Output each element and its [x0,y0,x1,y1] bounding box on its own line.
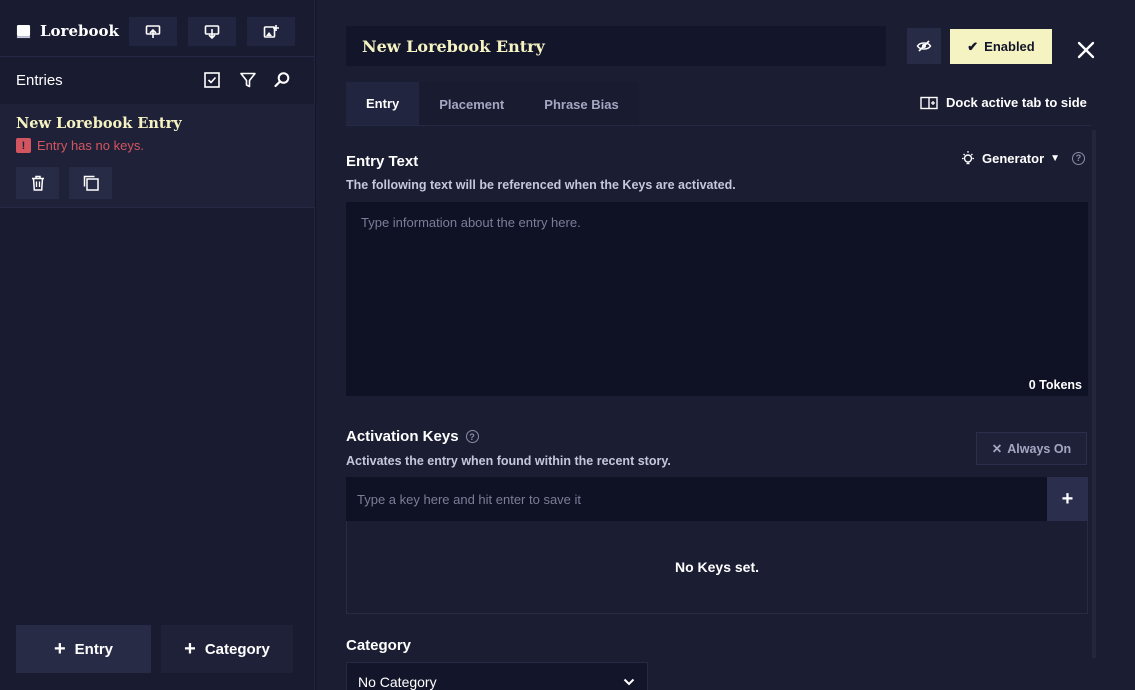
entry-item-title: New Lorebook Entry [16,115,182,132]
activation-keys-header: Activation Keys ? [346,428,479,445]
delete-entry-button[interactable] [16,167,59,199]
copy-icon [83,175,99,191]
import-button[interactable] [188,17,236,46]
enabled-label: Enabled [984,39,1035,54]
entry-text-area[interactable]: Type information about the entry here. 0… [346,202,1088,396]
entries-label: Entries [16,72,63,89]
category-title: Category [346,637,412,654]
add-entry-label: Entry [74,640,114,658]
export-icon [145,24,161,38]
no-keys-text: No Keys set. [674,559,760,575]
help-icon[interactable]: ? [465,430,479,443]
generator-dropdown[interactable]: Generator ▼ ? [960,150,1086,166]
dock-icon [920,96,938,109]
category-select[interactable]: No Category [346,662,648,690]
close-button[interactable] [1074,38,1098,62]
entries-toolbar: Entries [0,57,315,103]
caret-down-icon: ▼ [1050,152,1061,164]
tab-phrase-bias[interactable]: Phrase Bias [524,82,639,126]
filter-icon [240,72,256,88]
plus-icon: + [53,638,66,660]
add-category-button[interactable]: + Category [161,625,293,673]
tab-divider [346,125,1091,126]
editor-tabs: Entry Placement Phrase Bias [346,82,639,126]
key-input[interactable]: Type a key here and hit enter to save it [346,477,1048,521]
warning-icon: ! [16,138,31,153]
image-add-icon [263,24,279,38]
add-entry-button[interactable]: + Entry [16,625,151,673]
lorebook-entry-item[interactable]: New Lorebook Entry ! Entry has no keys. [0,104,315,208]
book-icon [16,24,31,38]
entry-warning: ! Entry has no keys. [16,138,144,153]
entry-text-description: The following text will be referenced wh… [346,178,736,192]
generator-label: Generator [982,150,1045,166]
sidebar-header: Lorebook [0,0,314,57]
lorebook-brand: Lorebook [16,22,119,40]
tab-placement[interactable]: Placement [419,82,525,126]
checkbox-icon [204,72,220,88]
import-icon [204,24,220,39]
entry-title-input[interactable]: New Lorebook Entry [346,26,886,66]
close-icon [1077,41,1095,59]
toggle-visibility-button[interactable] [907,28,941,64]
dock-tab-button[interactable]: Dock active tab to side [920,95,1087,110]
trash-icon [31,175,44,191]
search-icon [274,72,290,88]
add-key-button[interactable]: + [1047,477,1088,521]
enabled-toggle-button[interactable]: ✔ Enabled [950,29,1052,64]
keys-list: No Keys set. [346,521,1088,614]
export-button[interactable] [129,17,177,46]
help-icon[interactable]: ? [1072,151,1086,165]
entry-text-placeholder: Type information about the entry here. [361,215,581,230]
filter-button[interactable] [238,70,258,90]
sidebar-title: Lorebook [40,22,119,40]
check-icon: ✔ [967,38,979,54]
plus-icon: + [1061,487,1074,510]
always-on-toggle[interactable]: ✕ Always On [976,432,1087,465]
entry-editor: New Lorebook Entry ✔ Enabled Entry Place… [316,0,1135,690]
add-category-label: Category [204,640,270,658]
activation-keys-description: Activates the entry when found within th… [346,454,671,468]
import-image-button[interactable] [247,17,295,46]
entry-warning-text: Entry has no keys. [37,138,144,153]
token-count: 0 Tokens [1028,378,1082,392]
search-button[interactable] [272,70,292,90]
duplicate-entry-button[interactable] [69,167,112,199]
chevron-down-icon [623,678,635,686]
eye-off-icon [916,40,932,52]
x-icon: ✕ [991,442,1003,456]
scrollbar[interactable] [1092,130,1096,658]
lorebook-sidebar: Lorebook Entries New Lorebook Entry ! En… [0,0,315,690]
always-on-label: Always On [1007,441,1072,456]
tab-entry[interactable]: Entry [346,82,420,126]
lightbulb-icon [962,151,974,165]
select-entries-button[interactable] [202,70,222,90]
entry-text-title: Entry Text [346,153,419,170]
category-selected: No Category [358,674,437,690]
dock-label: Dock active tab to side [946,95,1087,110]
plus-icon: + [184,638,196,660]
activation-keys-title: Activation Keys [346,428,459,445]
